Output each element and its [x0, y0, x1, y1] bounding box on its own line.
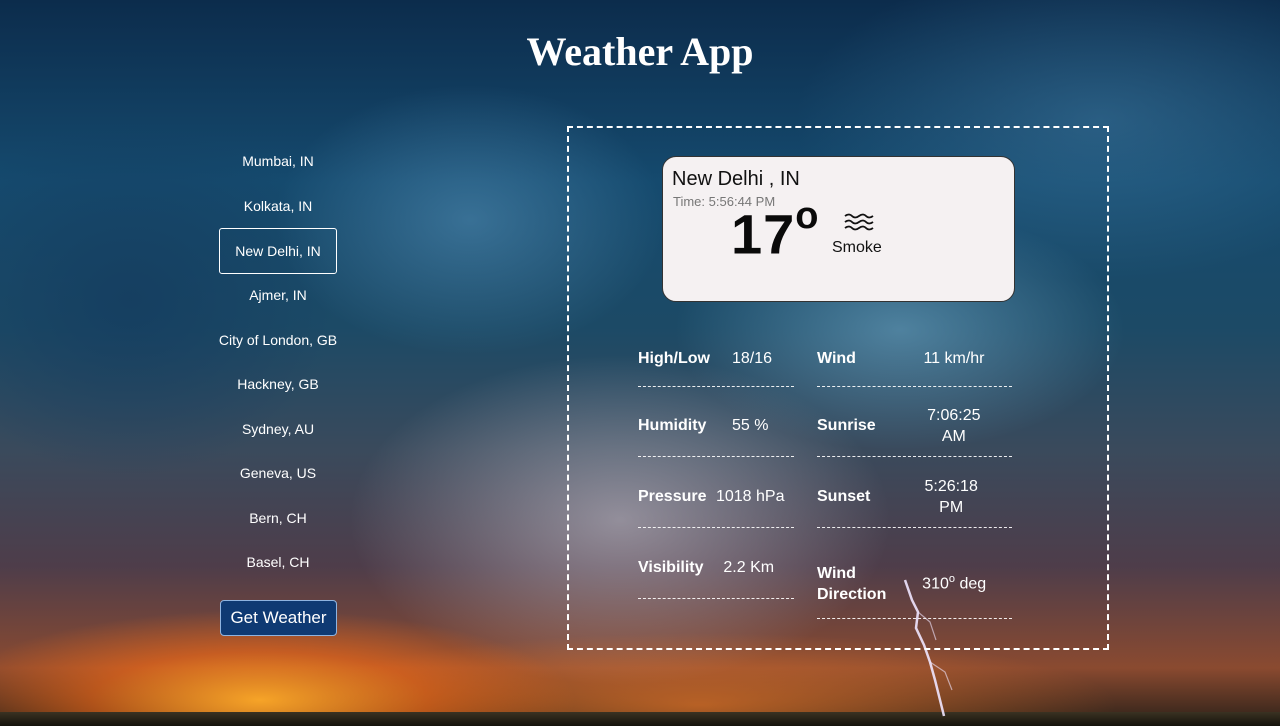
stat-pressure: Pressure 1018 hPa [638, 467, 794, 528]
condition-text: Smoke [832, 239, 882, 256]
stat-sunrise: Sunrise 7:06:25 AM [817, 396, 1012, 457]
stat-high-low: High/Low 18/16 [638, 331, 794, 387]
sunrise-period: AM [941, 428, 966, 445]
current-temperature: 17o [731, 195, 820, 267]
stat-sunset: Sunset 5:26:18 PM [817, 467, 1012, 528]
stat-label: Visibility [638, 558, 704, 576]
stat-value: 1018 hPa [715, 488, 785, 505]
stat-value: 18/16 [731, 349, 773, 367]
current-city-name: New Delhi , IN [672, 168, 800, 190]
sunset-period: PM [939, 499, 964, 516]
stat-label: High/Low [638, 349, 710, 367]
stat-visibility: Visibility 2.2 Km [638, 537, 794, 599]
stat-label: Wind [817, 349, 856, 367]
haze-icon [844, 213, 874, 231]
stat-value: 5:26:18 PM [870, 476, 1012, 518]
wind-direction-label-line2: Direction [817, 585, 887, 603]
stat-wind-direction: Wind Direction 310o deg [817, 549, 1012, 619]
stat-value: 11 km/hr [923, 349, 985, 367]
degree-mark: o [948, 573, 955, 586]
city-item-new-delhi[interactable]: New Delhi, IN [219, 228, 337, 274]
time-label: Time: [673, 194, 706, 209]
stat-label: Pressure [638, 488, 707, 505]
stat-wind: Wind 11 km/hr [817, 331, 1012, 387]
city-item-city-of-london[interactable]: City of London, GB [218, 318, 338, 363]
stat-label: Humidity [638, 417, 707, 434]
city-item-mumbai[interactable]: Mumbai, IN [218, 139, 338, 184]
wind-direction-unit: deg [959, 575, 987, 593]
city-list: Mumbai, IN Kolkata, IN New Delhi, IN Ajm… [218, 139, 338, 585]
stat-value: 7:06:25 AM [876, 405, 1012, 447]
sunset-time: 5:26:18 [924, 478, 978, 495]
city-item-geneva[interactable]: Geneva, US [218, 451, 338, 496]
degree-mark: o [795, 195, 820, 237]
temperature-value: 17 [731, 202, 796, 266]
stat-label: Sunset [817, 488, 871, 505]
city-item-kolkata[interactable]: Kolkata, IN [218, 184, 338, 229]
city-item-basel[interactable]: Basel, CH [218, 540, 338, 585]
app-title: Weather App [526, 29, 754, 74]
sunrise-time: 7:06:25 [927, 407, 981, 424]
city-item-sydney[interactable]: Sydney, AU [218, 407, 338, 452]
city-item-hackney[interactable]: Hackney, GB [218, 362, 338, 407]
current-weather-card: New Delhi , IN Time: 5:56:44 PM 17o Smok… [662, 156, 1015, 302]
wind-direction-value: 310 [922, 575, 949, 593]
stat-label: Wind Direction [817, 563, 886, 605]
wind-direction-label-line1: Wind [817, 564, 856, 582]
stat-value: 55 % [731, 417, 769, 434]
horizon-ground [0, 712, 1280, 726]
city-item-ajmer[interactable]: Ajmer, IN [218, 273, 338, 318]
stat-value: 310o deg [886, 573, 1012, 593]
stat-value: 2.2 Km [723, 558, 775, 576]
stat-label: Sunrise [817, 417, 876, 434]
get-weather-button[interactable]: Get Weather [220, 600, 337, 636]
city-item-bern[interactable]: Bern, CH [218, 496, 338, 541]
stat-humidity: Humidity 55 % [638, 396, 794, 457]
